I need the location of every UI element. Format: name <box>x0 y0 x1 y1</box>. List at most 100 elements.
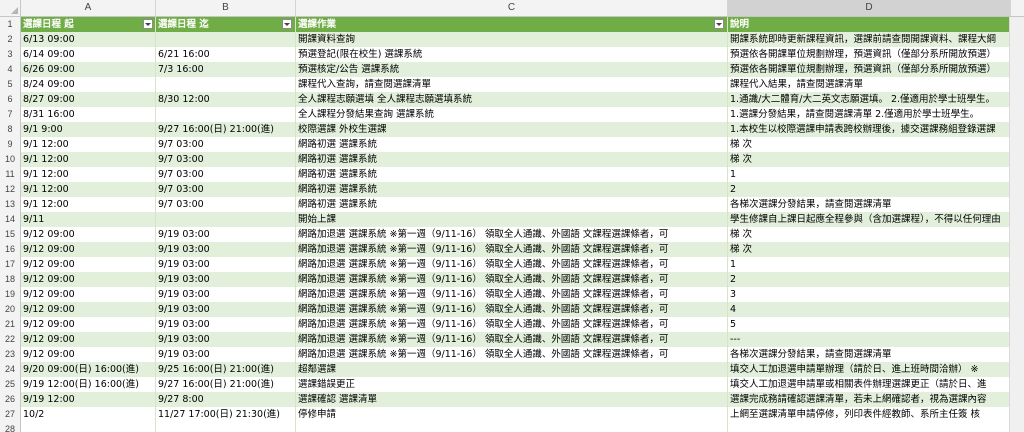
row-number[interactable]: 28 <box>0 422 21 432</box>
cell-start-date[interactable]: 9/1 12:00 <box>21 197 155 212</box>
cell-description[interactable]: 梯 次 <box>728 227 1010 242</box>
row-number[interactable]: 18 <box>0 272 21 287</box>
cell-description[interactable]: 1.選課分發結果，請查閱選課清單 2.僅適用於學士班學生。 <box>728 107 1010 122</box>
cell-task[interactable]: 全人課程志願選填 全人課程志願選填系統 <box>296 92 726 107</box>
cell-task[interactable]: 選課錯誤更正 <box>296 377 726 392</box>
cell-start-date[interactable]: 9/12 09:00 <box>21 287 155 302</box>
cell-end-date[interactable]: 9/19 03:00 <box>156 227 294 242</box>
cell-task[interactable]: 停修申請 <box>296 407 726 422</box>
cell-description[interactable]: 3 <box>728 287 1010 302</box>
cell-end-date[interactable]: 9/19 03:00 <box>156 347 294 362</box>
cell-task[interactable]: 網路加退選 選課系統 ※第一週（9/11-16） 領取全人通識、外國語 文課程選… <box>296 257 726 272</box>
cell-end-date[interactable]: 9/19 03:00 <box>156 317 294 332</box>
cell-task[interactable]: 選課確認 選課清單 <box>296 392 726 407</box>
cell-start-date[interactable]: 9/20 09:00(日) 16:00(進) <box>21 362 155 377</box>
vertical-scrollbar[interactable] <box>1009 17 1024 432</box>
row-number[interactable]: 8 <box>0 122 21 137</box>
cell-start-date[interactable]: 9/12 09:00 <box>21 302 155 317</box>
cell-task[interactable]: 網路加退選 選課系統 ※第一週（9/11-16） 領取全人通識、外國語 文課程選… <box>296 287 726 302</box>
header-cell-task[interactable]: 選課作業 <box>296 17 726 32</box>
cell-description[interactable]: 預選依各開課單位規劃辦理，預選資訊（僅部分系所開放預選） <box>728 62 1010 77</box>
column-header-d[interactable]: D <box>728 0 1011 16</box>
cell-task[interactable]: 網路加退選 選課系統 ※第一週（9/11-16） 領取全人通識、外國語 文課程選… <box>296 272 726 287</box>
cell-start-date[interactable]: 9/1 12:00 <box>21 167 155 182</box>
row-number[interactable]: 20 <box>0 302 21 317</box>
row-number[interactable]: 26 <box>0 392 21 407</box>
cell-description[interactable]: 開課系統即時更新課程資訊，選課前請查閱開課資料、課程大綱 <box>728 32 1010 47</box>
cell-description[interactable]: 1 <box>728 167 1010 182</box>
cell-description[interactable]: 梯 次 <box>728 152 1010 167</box>
cell-end-date[interactable]: 9/19 03:00 <box>156 302 294 317</box>
cell-description[interactable]: 上網至選課清單申請停修，列印表件經教師、系所主任簽 核 <box>728 407 1010 422</box>
cell-task[interactable]: 開始上課 <box>296 212 726 227</box>
row-number[interactable]: 23 <box>0 347 21 362</box>
cell-end-date[interactable]: 9/19 03:00 <box>156 287 294 302</box>
cell-end-date[interactable]: 9/27 8:00 <box>156 392 294 407</box>
cell-end-date[interactable]: 9/7 03:00 <box>156 167 294 182</box>
cell-description[interactable]: 5 <box>728 317 1010 332</box>
cell-description[interactable]: 各梯次選課分發結果，請查閱選課清單 <box>728 197 1010 212</box>
cell-task[interactable]: 網路加退選 選課系統 ※第一週（9/11-16） 領取全人通識、外國語 文課程選… <box>296 317 726 332</box>
cell-end-date[interactable]: 9/19 03:00 <box>156 257 294 272</box>
cell-end-date[interactable] <box>156 77 294 92</box>
cell-end-date[interactable] <box>156 107 294 122</box>
cell-start-date[interactable]: 9/12 09:00 <box>21 332 155 347</box>
row-number[interactable]: 4 <box>0 62 21 77</box>
cell-end-date[interactable]: 9/27 16:00(日) 21:00(進) <box>156 122 294 137</box>
row-number[interactable]: 11 <box>0 167 21 182</box>
cell-end-date[interactable]: 9/7 03:00 <box>156 182 294 197</box>
row-number[interactable]: 10 <box>0 152 21 167</box>
cell-end-date[interactable]: 9/19 03:00 <box>156 242 294 257</box>
cell-task[interactable]: 網路初選 選課系統 <box>296 167 726 182</box>
cell-description[interactable]: 梯 次 <box>728 137 1010 152</box>
cell-end-date[interactable]: 9/25 16:00(日) 21:00(進) <box>156 362 294 377</box>
row-number[interactable]: 7 <box>0 107 21 122</box>
cell-description[interactable]: 選課完成務請確認選課清單，若未上網確認者，視為選課內容 <box>728 392 1010 407</box>
cell-start-date[interactable]: 8/31 16:00 <box>21 107 155 122</box>
cell-task[interactable]: 預選登記(限在校生) 選課系統 <box>296 47 726 62</box>
cell-task[interactable]: 網路初選 選課系統 <box>296 182 726 197</box>
header-cell-end[interactable]: 選課日程 迄 <box>156 17 294 32</box>
row-number[interactable]: 1 <box>0 17 21 32</box>
column-header-a[interactable]: A <box>21 0 156 16</box>
cell-start-date[interactable]: 9/19 12:00(日) 16:00(進) <box>21 377 155 392</box>
cell-end-date[interactable]: 11/27 17:00(日) 21:30(進) <box>156 407 294 422</box>
cell-description[interactable]: --- <box>728 332 1010 347</box>
cell-description[interactable]: 各梯次選課分發結果，請查閱選課清單 <box>728 347 1010 362</box>
row-number[interactable]: 14 <box>0 212 21 227</box>
row-number[interactable]: 27 <box>0 407 21 422</box>
cell-end-date[interactable]: 9/7 03:00 <box>156 197 294 212</box>
cell-start-date[interactable]: 9/12 09:00 <box>21 227 155 242</box>
filter-dropdown-icon[interactable] <box>714 19 724 29</box>
cell-task[interactable]: 網路加退選 選課系統 ※第一週（9/11-16） 領取全人通識、外國語 文課程選… <box>296 347 726 362</box>
cell-description[interactable]: 2 <box>728 272 1010 287</box>
cell-description[interactable]: 梯 次 <box>728 242 1010 257</box>
cell-start-date[interactable]: 9/12 09:00 <box>21 347 155 362</box>
cell-start-date[interactable]: 9/12 09:00 <box>21 257 155 272</box>
cell-end-date[interactable]: 9/19 03:00 <box>156 272 294 287</box>
cell-description[interactable]: 填交人工加退選申請單或相關表件辦理選課更正（請於日、進 <box>728 377 1010 392</box>
row-number[interactable]: 16 <box>0 242 21 257</box>
cell-end-date[interactable]: 9/7 03:00 <box>156 152 294 167</box>
row-number[interactable]: 22 <box>0 332 21 347</box>
row-number[interactable]: 2 <box>0 32 21 47</box>
cell-start-date[interactable]: 9/12 09:00 <box>21 317 155 332</box>
cell-description[interactable]: 1.本校生以校際選課申請表跨校辦理後，據交選課務組登錄選課 <box>728 122 1010 137</box>
cell-start-date[interactable]: 6/26 09:00 <box>21 62 155 77</box>
header-cell-start[interactable]: 選課日程 起 <box>21 17 155 32</box>
cell-task[interactable]: 課程代入查詢，請查閱選課清單 <box>296 77 726 92</box>
cell-task[interactable]: 網路加退選 選課系統 ※第一週（9/11-16） 領取全人通識、外國語 文課程選… <box>296 227 726 242</box>
row-number[interactable]: 24 <box>0 362 21 377</box>
cell-start-date[interactable]: 10/2 <box>21 407 155 422</box>
row-number[interactable]: 25 <box>0 377 21 392</box>
row-number[interactable]: 15 <box>0 227 21 242</box>
cell-task[interactable]: 網路加退選 選課系統 ※第一週（9/11-16） 領取全人通識、外國語 文課程選… <box>296 332 726 347</box>
filter-dropdown-icon[interactable] <box>143 19 153 29</box>
cell-description[interactable]: 1.通識/大二體育/大二英文志願選填。 2.僅適用於學士班學生。 <box>728 92 1010 107</box>
cell-task[interactable]: 校際選課 外校生選課 <box>296 122 726 137</box>
cell-description[interactable]: 學生修課自上課日起應全程參與（含加選課程），不得以任何理由 <box>728 212 1010 227</box>
cell-start-date[interactable]: 9/1 12:00 <box>21 152 155 167</box>
cell-end-date[interactable]: 9/19 03:00 <box>156 332 294 347</box>
cell-start-date[interactable]: 6/14 09:00 <box>21 47 155 62</box>
cell-description[interactable]: 1 <box>728 257 1010 272</box>
